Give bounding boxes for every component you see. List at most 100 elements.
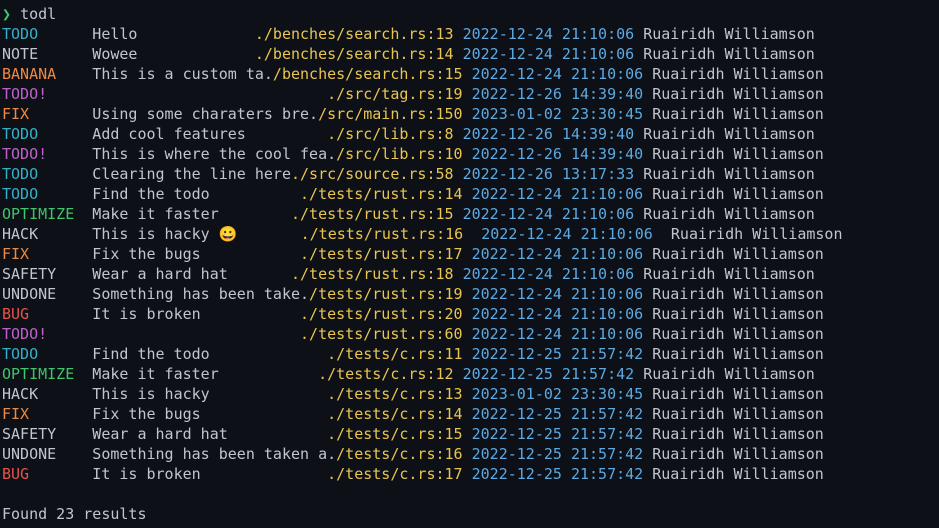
result-path: ./src/tag.rs:19	[327, 84, 462, 104]
result-timestamp: 2022-12-24 21:10:06	[472, 284, 644, 304]
result-description: Add cool features	[83, 124, 327, 144]
result-author: Ruairidh Williamson	[652, 424, 824, 444]
result-description: It is broken	[83, 304, 300, 324]
result-author: Ruairidh Williamson	[652, 344, 824, 364]
result-author: Ruairidh Williamson	[652, 444, 824, 464]
result-description: Hello	[83, 24, 255, 44]
result-path: ./src/source.rs:58	[291, 164, 454, 184]
result-description: Find the todo	[83, 344, 327, 364]
result-timestamp: 2022-12-24 21:10:06	[463, 204, 635, 224]
result-timestamp: 2022-12-24 21:10:06	[463, 44, 635, 64]
result-tag: TODO	[2, 164, 83, 184]
result-author: Ruairidh Williamson	[652, 384, 824, 404]
results-list: TODO Hello ./benches/search.rs:13 2022-1…	[2, 24, 937, 484]
result-author: Ruairidh Williamson	[652, 244, 824, 264]
result-timestamp: 2022-12-24 21:10:06	[472, 184, 644, 204]
result-row: FIX Fix the bugs ./tests/rust.rs:17 2022…	[2, 244, 937, 264]
result-timestamp: 2022-12-24 21:10:06	[472, 64, 644, 84]
result-path: ./tests/c.rs:11	[327, 344, 462, 364]
result-row: TODO! This is where the cool fea./src/li…	[2, 144, 937, 164]
result-row: HACK This is hacky ./tests/c.rs:13 2023-…	[2, 384, 937, 404]
result-path: ./tests/c.rs:13	[327, 384, 462, 404]
prompt-command: todl	[20, 4, 56, 24]
result-author: Ruairidh Williamson	[662, 224, 843, 244]
result-path: ./tests/c.rs:17	[327, 464, 462, 484]
result-path: /src/lib.rs:10	[336, 144, 462, 164]
result-description: Using some charaters bre.	[83, 104, 318, 124]
result-row: TODO Clearing the line here./src/source.…	[2, 164, 937, 184]
result-description	[83, 84, 327, 104]
result-row: HACK This is hacky 😀 ./tests/rust.rs:16 …	[2, 224, 937, 244]
result-author: Ruairidh Williamson	[643, 24, 815, 44]
result-row: FIX Fix the bugs ./tests/c.rs:14 2022-12…	[2, 404, 937, 424]
result-description: Clearing the line here	[83, 164, 291, 184]
result-author: Ruairidh Williamson	[652, 304, 824, 324]
result-path: ./benches/search.rs:14	[255, 44, 454, 64]
result-description: Fix the bugs	[83, 244, 300, 264]
result-description: Make it faster	[83, 204, 291, 224]
result-path: /tests/c.rs:16	[336, 444, 462, 464]
result-description: It is broken	[83, 464, 327, 484]
result-row: UNDONE Something has been taken a./tests…	[2, 444, 937, 464]
result-author: Ruairidh Williamson	[652, 64, 824, 84]
result-tag: SAFETY	[2, 424, 83, 444]
result-description: This is hacky 😀	[83, 224, 300, 244]
result-tag: BANANA	[2, 64, 83, 84]
result-author: Ruairidh Williamson	[652, 324, 824, 344]
result-path: ./tests/c.rs:14	[327, 404, 462, 424]
result-timestamp: 2022-12-26 13:17:33	[463, 164, 635, 184]
prompt-line[interactable]: ❯ todl	[2, 4, 937, 24]
result-tag: FIX	[2, 244, 83, 264]
result-author: Ruairidh Williamson	[643, 204, 815, 224]
result-tag: BUG	[2, 304, 83, 324]
result-description: This is where the cool fea.	[83, 144, 336, 164]
result-row: BUG It is broken ./tests/rust.rs:20 2022…	[2, 304, 937, 324]
result-description: Make it faster	[83, 364, 318, 384]
result-path: ./tests/rust.rs:17	[300, 244, 463, 264]
result-path: ./tests/rust.rs:20	[300, 304, 463, 324]
result-description: Find the todo	[83, 184, 300, 204]
result-row: TODO Hello ./benches/search.rs:13 2022-1…	[2, 24, 937, 44]
result-timestamp: 2022-12-25 21:57:42	[463, 364, 635, 384]
result-timestamp: 2022-12-25 21:57:42	[472, 424, 644, 444]
result-author: Ruairidh Williamson	[652, 144, 824, 164]
result-path: ./tests/rust.rs:60	[300, 324, 463, 344]
result-row: TODO Find the todo ./tests/rust.rs:14 20…	[2, 184, 937, 204]
result-tag: TODO	[2, 184, 83, 204]
result-timestamp: 2022-12-24 21:10:06	[472, 324, 644, 344]
result-path: /src/main.rs:150	[318, 104, 463, 124]
result-tag: TODO	[2, 124, 83, 144]
result-author: Ruairidh Williamson	[652, 84, 824, 104]
result-tag: HACK	[2, 384, 83, 404]
result-description: Wear a hard hat	[83, 424, 327, 444]
result-author: Ruairidh Williamson	[643, 44, 815, 64]
result-row: SAFETY Wear a hard hat ./tests/rust.rs:1…	[2, 264, 937, 284]
result-author: Ruairidh Williamson	[652, 184, 824, 204]
result-timestamp: 2022-12-26 14:39:40	[463, 124, 635, 144]
result-author: Ruairidh Williamson	[643, 164, 815, 184]
result-timestamp: 2022-12-25 21:57:42	[472, 464, 644, 484]
result-row: TODO Find the todo ./tests/c.rs:11 2022-…	[2, 344, 937, 364]
result-author: Ruairidh Williamson	[652, 284, 824, 304]
result-path: ./tests/rust.rs:18	[291, 264, 454, 284]
result-tag: UNDONE	[2, 444, 83, 464]
result-tag: HACK	[2, 224, 83, 244]
result-path: ./src/lib.rs:8	[327, 124, 453, 144]
result-timestamp: 2022-12-24 21:10:06	[472, 224, 653, 244]
result-timestamp: 2022-12-25 21:57:42	[472, 404, 644, 424]
result-description	[83, 324, 300, 344]
results-footer: Found 23 results	[2, 504, 937, 524]
result-timestamp: 2022-12-25 21:57:42	[472, 344, 644, 364]
result-tag: BUG	[2, 464, 83, 484]
result-row: BANANA This is a custom ta./benches/sear…	[2, 64, 937, 84]
result-timestamp: 2022-12-24 21:10:06	[472, 244, 644, 264]
result-timestamp: 2022-12-24 21:10:06	[463, 264, 635, 284]
result-description: Fix the bugs	[83, 404, 327, 424]
result-path: ./tests/rust.rs:15	[291, 204, 454, 224]
result-path: ./tests/c.rs:15	[327, 424, 462, 444]
result-row: OPTIMIZE Make it faster ./tests/rust.rs:…	[2, 204, 937, 224]
result-tag: TODO	[2, 344, 83, 364]
result-author: Ruairidh Williamson	[652, 404, 824, 424]
result-timestamp: 2022-12-26 14:39:40	[472, 144, 644, 164]
result-path: ./benches/search.rs:13	[255, 24, 454, 44]
